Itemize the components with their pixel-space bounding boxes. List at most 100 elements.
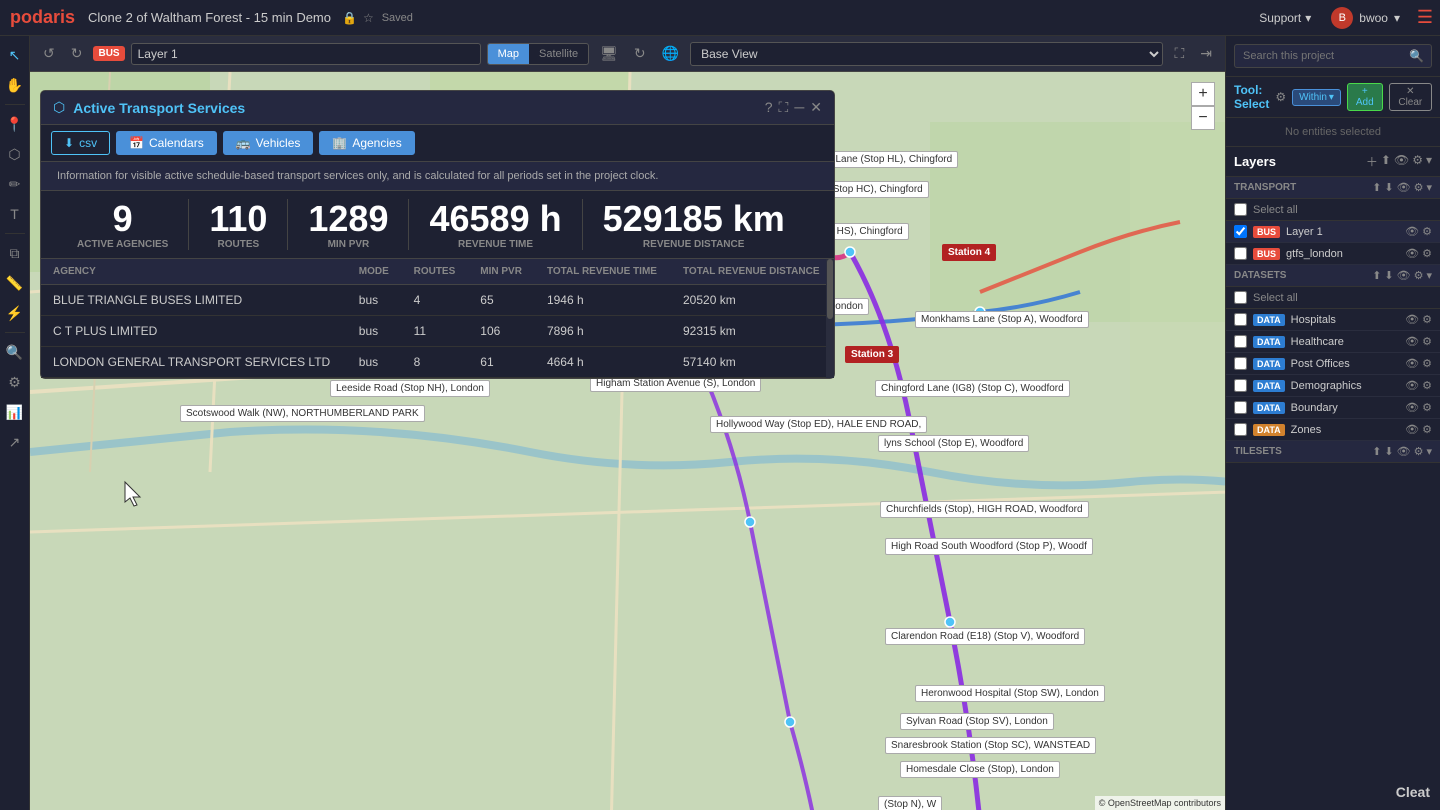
dataset-eye-icon[interactable]: 👁: [1405, 423, 1419, 436]
search-input[interactable]: [1234, 44, 1432, 68]
dataset-settings-icon[interactable]: ⚙: [1422, 423, 1432, 436]
dataset-layer-item[interactable]: DATA Healthcare 👁 ⚙: [1226, 331, 1440, 353]
dataset-eye-icon[interactable]: 👁: [1405, 401, 1419, 414]
dataset-checkbox[interactable]: [1234, 401, 1247, 414]
vehicles-tab[interactable]: 🚌 Vehicles: [223, 131, 314, 155]
layers-tool-button[interactable]: ⧉: [2, 240, 28, 266]
transport-layer-item[interactable]: BUS gtfs_london 👁 ⚙: [1226, 243, 1440, 265]
panel-close-icon[interactable]: ✕: [810, 99, 822, 116]
dataset-eye-icon[interactable]: 👁: [1405, 357, 1419, 370]
dataset-layer-item[interactable]: DATA Hospitals 👁 ⚙: [1226, 309, 1440, 331]
datasets-chevron-icon[interactable]: ▾: [1426, 269, 1432, 282]
dataset-checkbox[interactable]: [1234, 357, 1247, 370]
dataset-eye-icon[interactable]: 👁: [1405, 335, 1419, 348]
table-row[interactable]: BLUE TRIANGLE BUSES LIMITED bus 4 65 194…: [41, 284, 834, 315]
share-tool-button[interactable]: ↗: [2, 429, 28, 455]
layers-chevron-icon[interactable]: ▾: [1426, 153, 1432, 170]
dataset-checkbox[interactable]: [1234, 335, 1247, 348]
redo-button[interactable]: ↻: [66, 42, 88, 65]
transport-upload-icon[interactable]: ⬇: [1384, 181, 1393, 194]
route-tool-button[interactable]: ⬡: [2, 141, 28, 167]
transport-settings-icon[interactable]: ⚙: [1414, 181, 1424, 194]
layers-eye-icon[interactable]: 👁: [1394, 153, 1409, 170]
add-button[interactable]: + Add: [1347, 83, 1383, 111]
calendars-tab[interactable]: 📅 Calendars: [116, 131, 217, 155]
transport-eye-icon[interactable]: 👁: [1397, 181, 1411, 194]
help-icon[interactable]: ?: [765, 99, 773, 116]
zoom-out-button[interactable]: −: [1191, 106, 1215, 130]
transport-add-icon[interactable]: ⬆: [1372, 181, 1381, 194]
tilesets-eye-icon[interactable]: 👁: [1397, 445, 1411, 458]
csv-tab[interactable]: ⬇ csv: [51, 131, 110, 155]
tilesets-add-icon[interactable]: ⬆: [1372, 445, 1381, 458]
dataset-eye-icon[interactable]: 👁: [1405, 313, 1419, 326]
panel-collapse-icon[interactable]: ─: [794, 99, 804, 116]
dataset-eye-icon[interactable]: 👁: [1405, 379, 1419, 392]
panel-expand-icon[interactable]: ⛶: [779, 99, 789, 116]
forward-button[interactable]: ⇥: [1195, 42, 1217, 65]
text-tool-button[interactable]: T: [2, 201, 28, 227]
transport-layer-item[interactable]: BUS Layer 1 👁 ⚙: [1226, 221, 1440, 243]
support-button[interactable]: Support ▾: [1249, 7, 1321, 29]
layer-settings-icon[interactable]: ⚙: [1422, 225, 1432, 238]
lock-icon[interactable]: 🔒: [342, 11, 357, 25]
dataset-settings-icon[interactable]: ⚙: [1422, 379, 1432, 392]
base-view-select[interactable]: Base View: [690, 42, 1163, 66]
transport-select-all-checkbox[interactable]: [1234, 203, 1247, 216]
layer-settings-icon[interactable]: ⚙: [1422, 247, 1432, 260]
chart-tool-button[interactable]: 📊: [2, 399, 28, 425]
star-icon[interactable]: ☆: [363, 11, 374, 25]
within-button[interactable]: Within ▾: [1292, 89, 1341, 106]
tilesets-settings-icon[interactable]: ⚙: [1414, 445, 1424, 458]
tilesets-upload-icon[interactable]: ⬇: [1384, 445, 1393, 458]
clear-button[interactable]: ✕ Clear: [1389, 83, 1432, 111]
map-button[interactable]: Map: [488, 44, 529, 64]
table-row[interactable]: C T PLUS LIMITED bus 11 106 7896 h 92315…: [41, 315, 834, 346]
dataset-checkbox[interactable]: [1234, 379, 1247, 392]
transport-chevron-icon[interactable]: ▾: [1426, 181, 1432, 194]
dataset-checkbox[interactable]: [1234, 423, 1247, 436]
zoom-in-button[interactable]: +: [1191, 82, 1215, 106]
dataset-layer-item[interactable]: DATA Boundary 👁 ⚙: [1226, 397, 1440, 419]
analysis-tool-button[interactable]: ⚡: [2, 300, 28, 326]
dataset-layer-item[interactable]: DATA Demographics 👁 ⚙: [1226, 375, 1440, 397]
layer-checkbox[interactable]: [1234, 225, 1247, 238]
user-button[interactable]: B bwoo ▾: [1321, 3, 1410, 33]
layers-settings-icon[interactable]: ⚙: [1412, 153, 1423, 170]
datasets-upload-icon[interactable]: ⬇: [1384, 269, 1393, 282]
select-tool-button[interactable]: ↖: [2, 42, 28, 68]
dataset-layer-item[interactable]: DATA Zones 👁 ⚙: [1226, 419, 1440, 441]
layers-upload-icon[interactable]: ⬆: [1381, 153, 1391, 170]
agencies-tab[interactable]: 🏢 Agencies: [319, 131, 414, 155]
pin-tool-button[interactable]: 📍: [2, 111, 28, 137]
layers-add-icon[interactable]: ＋: [1366, 153, 1378, 170]
dataset-settings-icon[interactable]: ⚙: [1422, 357, 1432, 370]
datasets-settings-icon[interactable]: ⚙: [1414, 269, 1424, 282]
datasets-add-icon[interactable]: ⬆: [1372, 269, 1381, 282]
tool-settings-icon[interactable]: ⚙: [1275, 90, 1286, 104]
pan-tool-button[interactable]: ✋: [2, 72, 28, 98]
dataset-settings-icon[interactable]: ⚙: [1422, 401, 1432, 414]
datasets-eye-icon[interactable]: 👁: [1397, 269, 1411, 282]
table-row[interactable]: LONDON GENERAL TRANSPORT SERVICES LTD bu…: [41, 346, 834, 377]
search-tool-button[interactable]: 🔍: [2, 339, 28, 365]
table-container[interactable]: AGENCY MODE ROUTES MIN PVR TOTAL REVENUE…: [41, 259, 834, 378]
refresh-icon[interactable]: ↻: [629, 42, 651, 65]
layer-select[interactable]: Layer 1: [131, 43, 481, 65]
table-scrollbar[interactable]: [826, 259, 834, 378]
layer-eye-icon[interactable]: 👁: [1405, 225, 1419, 238]
tilesets-chevron-icon[interactable]: ▾: [1426, 445, 1432, 458]
satellite-button[interactable]: Satellite: [529, 44, 588, 64]
draw-tool-button[interactable]: ✏: [2, 171, 28, 197]
dataset-settings-icon[interactable]: ⚙: [1422, 335, 1432, 348]
layer-checkbox[interactable]: [1234, 247, 1247, 260]
menu-icon[interactable]: ☰: [1410, 0, 1440, 36]
dataset-layer-item[interactable]: DATA Post Offices 👁 ⚙: [1226, 353, 1440, 375]
layer-eye-icon[interactable]: 👁: [1405, 247, 1419, 260]
expand-button[interactable]: ⛶: [1169, 42, 1189, 65]
dataset-checkbox[interactable]: [1234, 313, 1247, 326]
globe-icon[interactable]: 🌐: [657, 42, 684, 65]
monitor-icon[interactable]: 🖥: [595, 42, 623, 65]
measure-tool-button[interactable]: 📏: [2, 270, 28, 296]
settings-tool-button[interactable]: ⚙: [2, 369, 28, 395]
